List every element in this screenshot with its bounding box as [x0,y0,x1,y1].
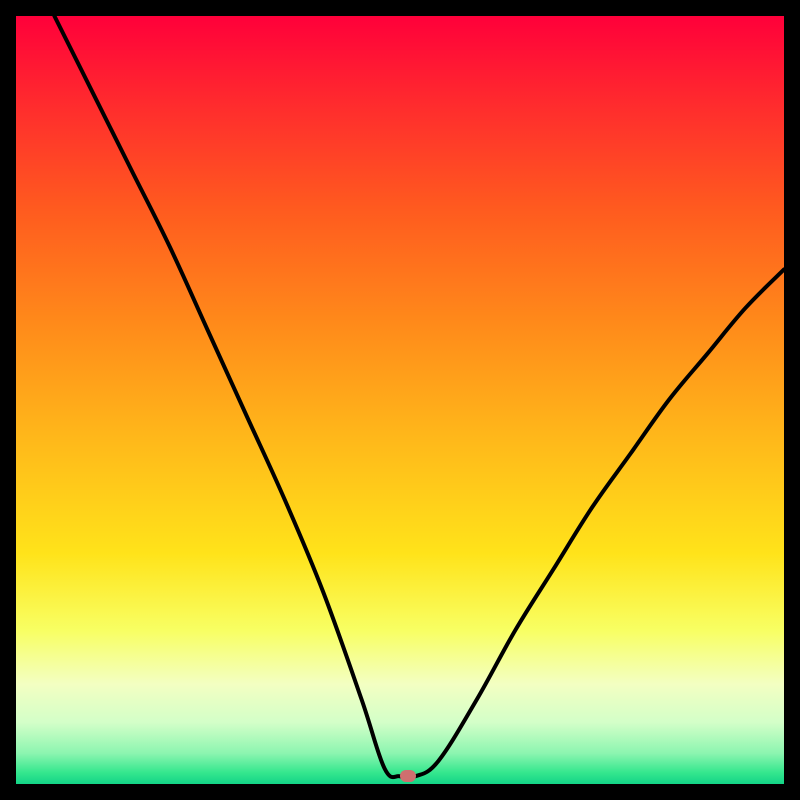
chart-plot [16,16,784,784]
optimal-point-marker [400,770,416,782]
chart-frame: TheBottleneck.com [16,16,784,784]
